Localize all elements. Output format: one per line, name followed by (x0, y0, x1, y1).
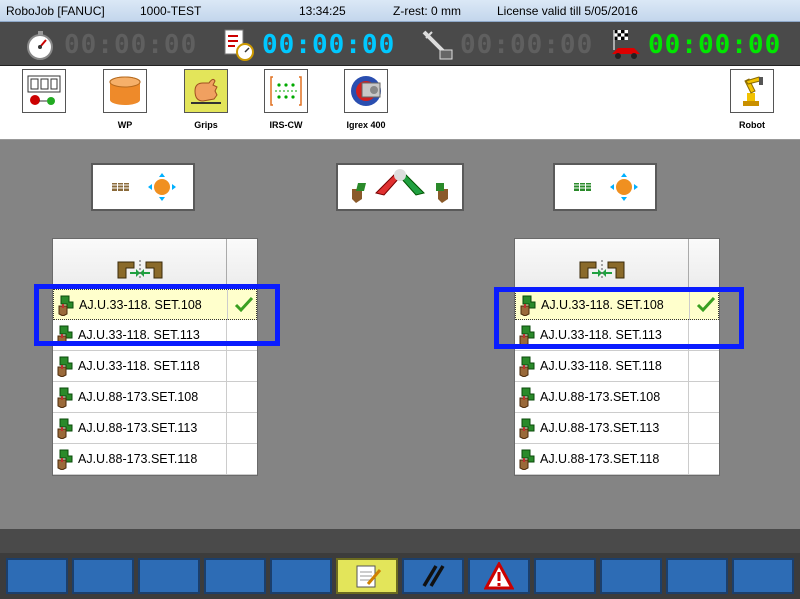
grip-name: AJ.U.88-173.SET.118 (540, 452, 660, 466)
bottom-button-9[interactable] (534, 558, 596, 594)
license-info: License valid till 5/05/2016 (497, 4, 638, 18)
bottom-button-11[interactable] (666, 558, 728, 594)
row-status-cell (226, 413, 258, 443)
row-status-cell (226, 382, 258, 412)
notepad-button[interactable] (336, 558, 398, 594)
grip-list-row[interactable]: AJ.U.33-118. SET.118 (53, 351, 257, 382)
toolbar: WP Grips IRS-CW Igrex 400 Robot (0, 66, 800, 140)
tool-label: Grips (194, 120, 218, 130)
status-bar (0, 529, 800, 553)
row-status-cell (226, 351, 258, 381)
main-area: AJ.U.33-118. SET.108 AJ.U.33-118. SET.113… (0, 141, 800, 529)
pause-button[interactable] (402, 558, 464, 594)
process-flow-icon[interactable] (22, 69, 66, 113)
bottom-button-4[interactable] (204, 558, 266, 594)
race-car-flag-icon (612, 30, 640, 59)
stopwatch-icon (27, 31, 53, 60)
bottom-button-2[interactable] (72, 558, 134, 594)
grip-name: AJ.U.33-118. SET.118 (78, 359, 200, 373)
right-gripper-select[interactable] (553, 163, 657, 211)
grip-name: AJ.U.88-173.SET.118 (78, 452, 198, 466)
job-name: 1000-TEST (140, 4, 202, 18)
grip-list-row[interactable]: AJ.U.88-173.SET.118 (515, 444, 719, 475)
tool-label: Igrex 400 (346, 120, 386, 130)
warning-icon (484, 562, 514, 590)
grip-part-icon (519, 387, 535, 408)
gripper-orange-icon (574, 173, 638, 201)
grip-name: AJ.U.88-173.SET.108 (540, 390, 661, 404)
grip-name: AJ.U.33-118. SET.118 (540, 359, 662, 373)
bottom-button-10[interactable] (600, 558, 662, 594)
grip-part-icon (519, 356, 535, 377)
gripper-header-icon (117, 260, 162, 280)
clock: 13:34:25 (299, 4, 346, 18)
caliper-icon (422, 30, 453, 60)
row-status-cell (688, 382, 720, 412)
grip-name: AJ.U.88-173.SET.108 (78, 390, 199, 404)
bottom-button-3[interactable] (138, 558, 200, 594)
timer-value: 00:00:00 (64, 30, 198, 60)
tool-label: IRS-CW (269, 120, 303, 130)
tool-label: Robot (739, 120, 765, 130)
tool-process[interactable] (20, 69, 68, 132)
irs-cw-icon[interactable] (264, 69, 308, 113)
swap-grippers-button[interactable] (336, 163, 464, 211)
grip-name: AJ.U.88-173.SET.113 (78, 421, 198, 435)
left-gripper-select[interactable] (91, 163, 195, 211)
title-bar: RoboJob [FANUC] 1000-TEST 13:34:25 Z-res… (0, 0, 800, 22)
timer-value: 00:00:00 (648, 30, 782, 60)
list-header (53, 239, 257, 289)
workpiece-icon[interactable] (103, 69, 147, 113)
bottom-button-1[interactable] (6, 558, 68, 594)
bottom-button-5[interactable] (270, 558, 332, 594)
grips-hand-icon[interactable] (184, 69, 228, 113)
timer-bar: 00:00:00 00:00:00 00:00:00 00:00:00 (0, 22, 800, 66)
row-status-cell (688, 351, 720, 381)
tool-grips[interactable]: Grips (182, 69, 230, 132)
notepad-icon (356, 565, 382, 588)
row-status-cell (688, 413, 720, 443)
machine-icon[interactable] (344, 69, 388, 113)
row-status-cell (226, 444, 258, 474)
list-header (515, 239, 719, 289)
grip-name: AJ.U.88-173.SET.113 (540, 421, 660, 435)
grip-part-icon (519, 418, 535, 439)
grip-part-icon (57, 387, 73, 408)
alarm-button[interactable] (468, 558, 530, 594)
grip-part-icon (519, 449, 535, 470)
row-status-cell (688, 444, 720, 474)
bottom-button-bar (0, 553, 800, 599)
tool-igrex[interactable]: Igrex 400 (342, 69, 390, 132)
grip-part-icon (57, 356, 73, 377)
bottom-button-12[interactable] (732, 558, 794, 594)
tool-label (20, 120, 68, 132)
left-grip-list: AJ.U.33-118. SET.108 AJ.U.33-118. SET.113… (52, 238, 258, 476)
tool-irs-cw[interactable]: IRS-CW (262, 69, 310, 132)
swap-arrows-icon (352, 169, 448, 203)
grip-list-row[interactable]: AJ.U.88-173.SET.108 (515, 382, 719, 413)
robot-arm-icon[interactable] (730, 69, 774, 113)
app-title: RoboJob [FANUC] (6, 4, 105, 18)
pause-slash-icon (422, 565, 445, 587)
grip-part-icon (57, 418, 73, 439)
right-grip-list: AJ.U.33-118. SET.108 AJ.U.33-118. SET.113… (514, 238, 720, 476)
tool-wp[interactable]: WP (101, 69, 149, 132)
tool-label: WP (117, 120, 133, 130)
checklist-stopwatch-icon (224, 29, 254, 61)
right-selection-highlight (494, 287, 744, 349)
grip-list-row[interactable]: AJ.U.33-118. SET.118 (515, 351, 719, 382)
left-selection-highlight (34, 284, 280, 346)
grip-list-row[interactable]: AJ.U.88-173.SET.113 (53, 413, 257, 444)
tool-robot[interactable]: Robot (728, 69, 776, 132)
timer-value: 00:00:00 (460, 30, 594, 60)
grip-part-icon (57, 449, 73, 470)
gripper-header-icon (579, 260, 624, 280)
timer-value: 00:00:00 (262, 30, 396, 60)
grip-list-row[interactable]: AJ.U.88-173.SET.118 (53, 444, 257, 475)
z-rest: Z-rest: 0 mm (393, 4, 461, 18)
gripper-orange-icon (112, 173, 176, 201)
grip-list-row[interactable]: AJ.U.88-173.SET.108 (53, 382, 257, 413)
grip-list-row[interactable]: AJ.U.88-173.SET.113 (515, 413, 719, 444)
